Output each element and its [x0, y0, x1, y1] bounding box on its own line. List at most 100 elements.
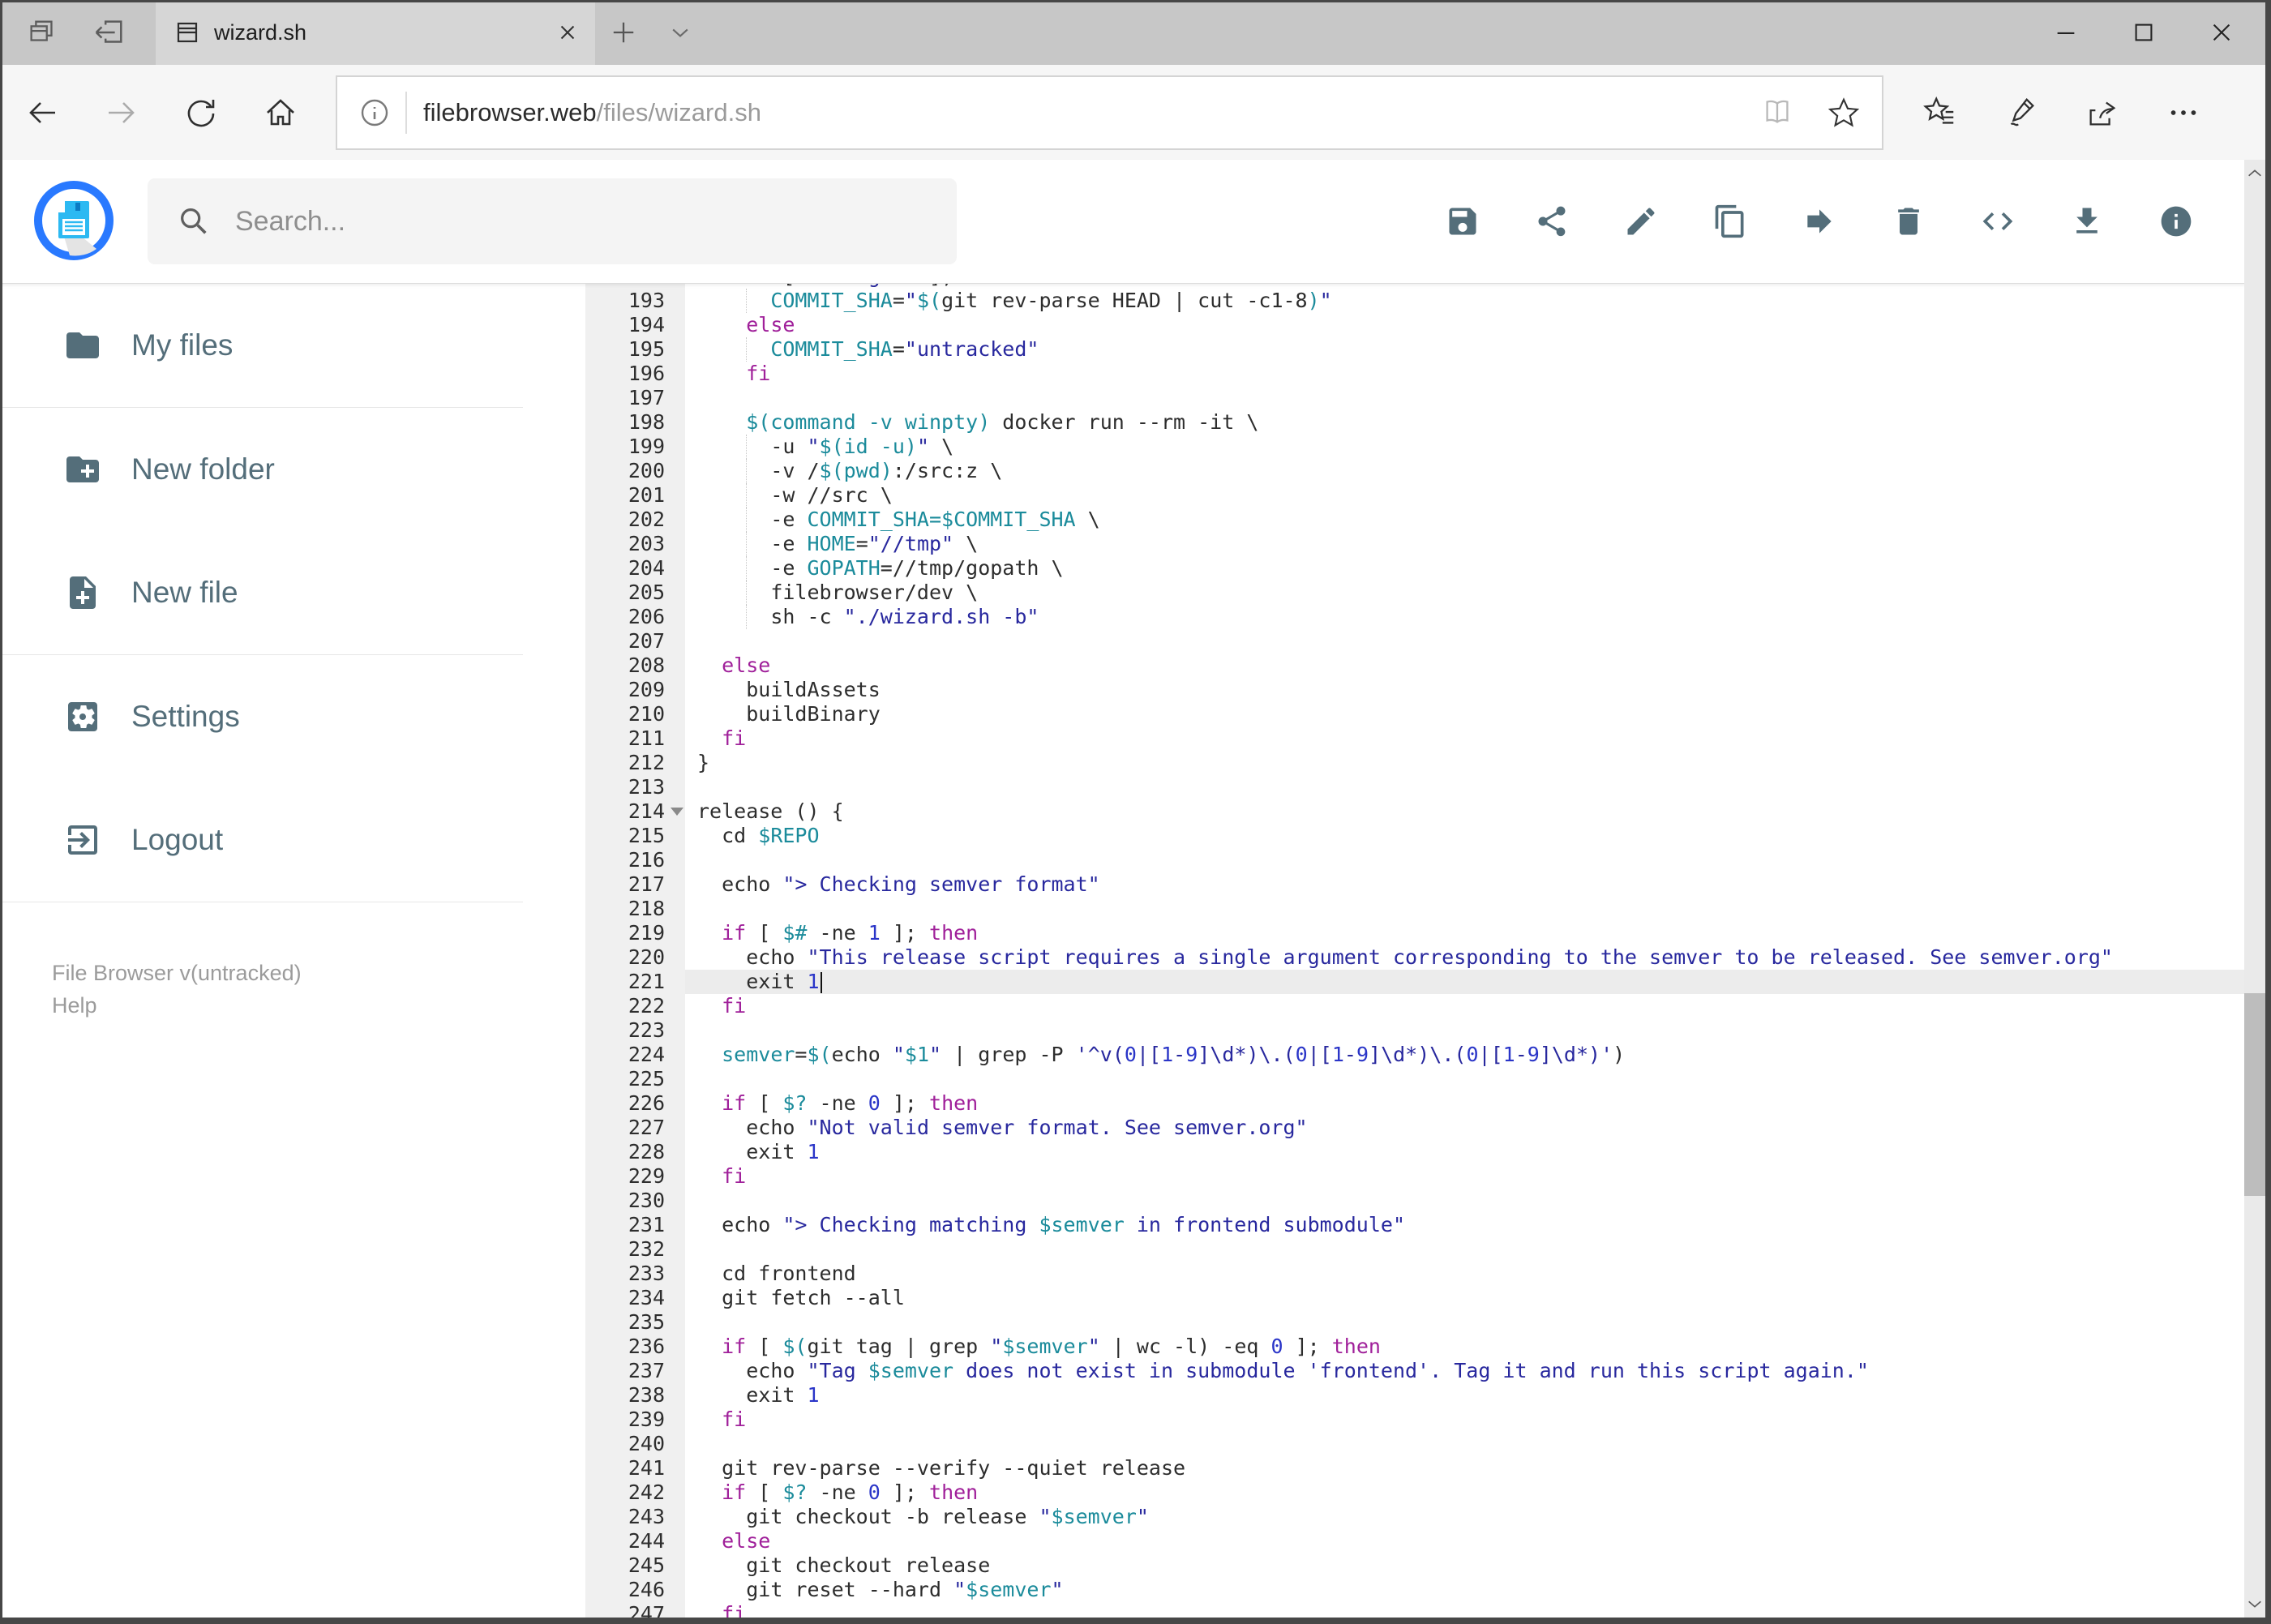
code-text[interactable]: -v /$(pwd):/src:z \ [685, 459, 2246, 483]
line-number[interactable]: 224 [585, 1043, 685, 1067]
sidebar-item-my-files[interactable]: My files [0, 284, 523, 407]
code-line[interactable]: 206 sh -c "./wizard.sh -b" [523, 605, 2246, 629]
download-button[interactable] [2069, 204, 2105, 239]
site-info-icon[interactable] [358, 96, 391, 129]
code-text[interactable]: if [ $? -ne 0 ]; then [685, 1091, 2246, 1116]
reading-view-icon[interactable] [1760, 96, 1794, 130]
code-line[interactable]: 200 -v /$(pwd):/src:z \ [523, 459, 2246, 483]
line-number[interactable]: 204 [585, 556, 685, 581]
line-number[interactable]: 231 [585, 1213, 685, 1237]
code-text[interactable]: sh -c "./wizard.sh -b" [685, 605, 2246, 629]
code-line[interactable]: 201 -w //src \ [523, 483, 2246, 508]
line-number[interactable]: 209 [585, 678, 685, 702]
code-text[interactable]: exit 1 [685, 1383, 2246, 1408]
code-text[interactable] [685, 1067, 2246, 1091]
code-line[interactable]: 241 git rev-parse --verify --quiet relea… [523, 1456, 2246, 1480]
line-number[interactable]: 216 [585, 848, 685, 872]
code-line[interactable]: 222 fi [523, 994, 2246, 1018]
line-number[interactable]: 210 [585, 702, 685, 726]
code-line[interactable]: 231 echo "> Checking matching $semver in… [523, 1213, 2246, 1237]
code-text[interactable]: else [685, 653, 2246, 678]
code-text[interactable]: COMMIT_SHA="$(git rev-parse HEAD | cut -… [685, 289, 2246, 313]
code-text[interactable]: COMMIT_SHA="untracked" [685, 337, 2246, 362]
line-number[interactable]: 233 [585, 1262, 685, 1286]
line-number[interactable]: 237 [585, 1359, 685, 1383]
line-number[interactable]: 203 [585, 532, 685, 556]
code-line[interactable]: 199 -u "$(id -u)" \ [523, 435, 2246, 459]
code-line[interactable]: 246 git reset --hard "$semver" [523, 1578, 2246, 1602]
code-line[interactable]: 196 fi [523, 362, 2246, 386]
code-line[interactable]: 217 echo "> Checking semver format" [523, 872, 2246, 897]
page-scrollbar[interactable] [2244, 160, 2265, 1618]
window-minimize-button[interactable] [2052, 19, 2080, 46]
window-maximize-button[interactable] [2130, 19, 2157, 46]
code-text[interactable]: cd $REPO [685, 824, 2246, 848]
code-line[interactable]: 247 fi [523, 1602, 2246, 1618]
code-text[interactable] [685, 775, 2246, 799]
code-text[interactable]: git checkout release [685, 1553, 2246, 1578]
code-line[interactable]: 215 cd $REPO [523, 824, 2246, 848]
code-line[interactable]: 221 exit 1 [523, 970, 2246, 994]
code-text[interactable] [685, 1432, 2246, 1456]
code-text[interactable]: exit 1 [685, 970, 2246, 994]
delete-button[interactable] [1891, 204, 1926, 239]
sidebar-item-logout[interactable]: Logout [0, 778, 523, 902]
line-number[interactable]: 241 [585, 1456, 685, 1480]
code-text[interactable]: -e HOME="//tmp" \ [685, 532, 2246, 556]
code-text[interactable]: if [ $(git tag | grep "$semver" | wc -l)… [685, 1335, 2246, 1359]
scrollbar-thumb[interactable] [2244, 993, 2265, 1196]
line-number[interactable]: 211 [585, 726, 685, 751]
rename-button[interactable] [1623, 204, 1659, 239]
line-number[interactable]: 199 [585, 435, 685, 459]
tab-close-icon[interactable] [556, 21, 579, 44]
line-number[interactable]: 201 [585, 483, 685, 508]
code-line[interactable]: 229 fi [523, 1164, 2246, 1189]
code-text[interactable] [685, 1189, 2246, 1213]
annotate-pen-icon[interactable] [2003, 95, 2039, 131]
browser-tab[interactable]: wizard.sh [156, 0, 595, 65]
hub-favorites-icon[interactable] [1922, 95, 1958, 131]
line-number[interactable]: 247 [585, 1602, 685, 1618]
code-line[interactable]: 219 if [ $# -ne 1 ]; then [523, 921, 2246, 945]
code-text[interactable] [685, 386, 2246, 410]
code-line[interactable]: 211 fi [523, 726, 2246, 751]
code-text[interactable]: fi [685, 994, 2246, 1018]
code-line[interactable]: 235 [523, 1310, 2246, 1335]
line-number[interactable]: 198 [585, 410, 685, 435]
code-line[interactable]: 203 -e HOME="//tmp" \ [523, 532, 2246, 556]
code-text[interactable]: git rev-parse --verify --quiet release [685, 1456, 2246, 1480]
code-line[interactable]: 218 [523, 897, 2246, 921]
line-number[interactable]: 228 [585, 1140, 685, 1164]
favorite-star-icon[interactable] [1827, 96, 1861, 130]
line-number[interactable]: 217 [585, 872, 685, 897]
line-number[interactable]: 221 [585, 970, 685, 994]
line-number[interactable]: 245 [585, 1553, 685, 1578]
code-line[interactable]: 213 [523, 775, 2246, 799]
line-number[interactable]: 232 [585, 1237, 685, 1262]
line-number[interactable]: 242 [585, 1480, 685, 1505]
code-text[interactable]: buildAssets [685, 678, 2246, 702]
set-tabs-aside-icon[interactable] [91, 15, 126, 50]
line-number[interactable]: 207 [585, 629, 685, 653]
code-line[interactable]: 202 -e COMMIT_SHA=$COMMIT_SHA \ [523, 508, 2246, 532]
line-number[interactable]: 239 [585, 1408, 685, 1432]
line-number[interactable]: 244 [585, 1529, 685, 1553]
code-editor[interactable]: 192 if [ -d ".git" ]; then193 COMMIT_SHA… [523, 284, 2246, 1618]
code-line[interactable]: 234 git fetch --all [523, 1286, 2246, 1310]
code-text[interactable]: release () { [685, 799, 2246, 824]
line-number[interactable]: 234 [585, 1286, 685, 1310]
forward-button[interactable] [97, 88, 146, 137]
code-text[interactable]: fi [685, 1602, 2246, 1618]
code-text[interactable]: fi [685, 1164, 2246, 1189]
code-text[interactable] [685, 1018, 2246, 1043]
code-text[interactable]: git checkout -b release "$semver" [685, 1505, 2246, 1529]
code-text[interactable]: -w //src \ [685, 483, 2246, 508]
help-link[interactable]: Help [52, 989, 302, 1022]
save-button[interactable] [1445, 204, 1480, 239]
code-line[interactable]: 226 if [ $? -ne 0 ]; then [523, 1091, 2246, 1116]
line-number[interactable]: 220 [585, 945, 685, 970]
code-text[interactable]: echo "> Checking semver format" [685, 872, 2246, 897]
code-line[interactable]: 210 buildBinary [523, 702, 2246, 726]
line-number[interactable]: 226 [585, 1091, 685, 1116]
code-line[interactable]: 214 release () { [523, 799, 2246, 824]
